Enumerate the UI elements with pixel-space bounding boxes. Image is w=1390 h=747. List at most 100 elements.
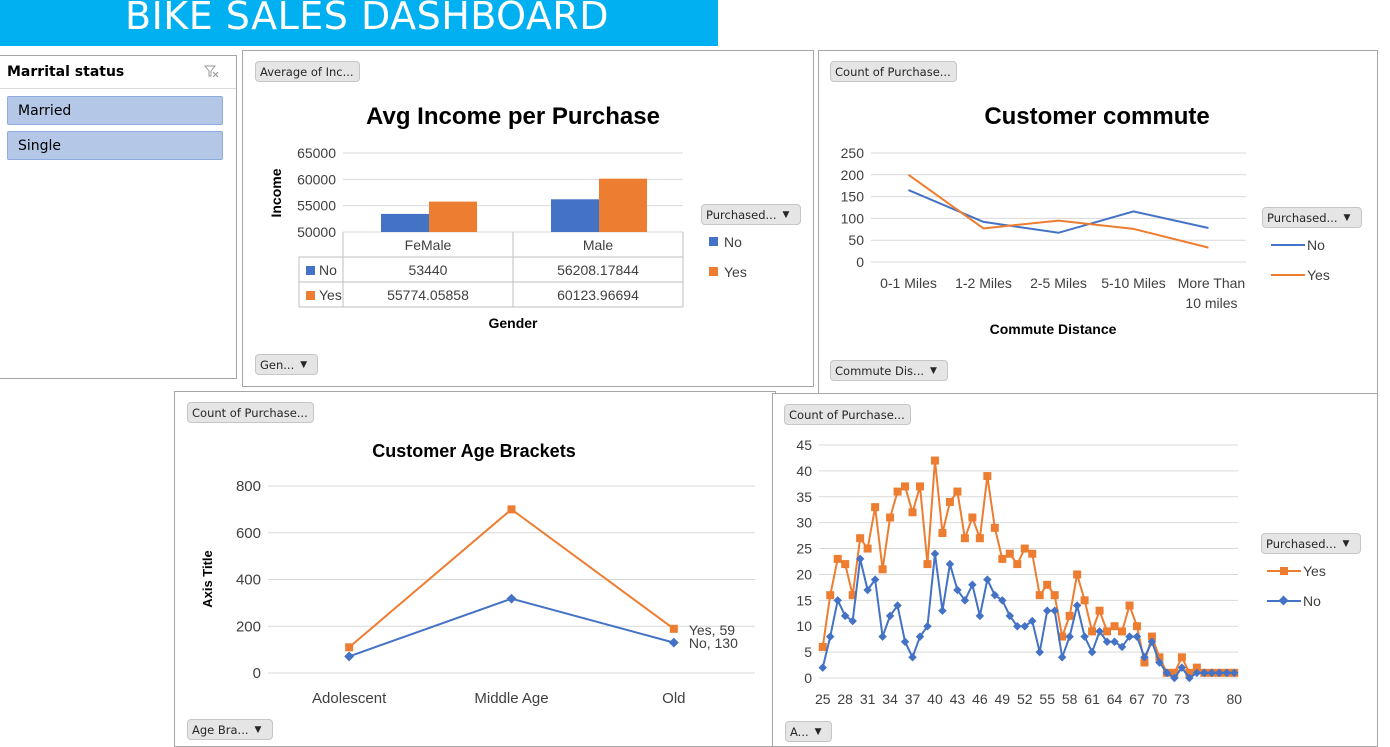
x-tick-label: 2-5 Miles [1030, 275, 1087, 291]
data-point-yes [841, 560, 850, 569]
y-tick-label: 50000 [297, 224, 336, 240]
x-tick-label: 46 [972, 691, 988, 707]
series-line-yes [907, 173, 1209, 249]
data-point-yes [953, 487, 962, 496]
marital-status-slicer: Marrital status Married Single [0, 55, 237, 379]
data-point-yes [998, 554, 1007, 563]
data-point-yes [1050, 591, 1059, 600]
data-point-no [1042, 606, 1052, 615]
age-distribution-chart-panel: Count of Purchase... Purchased... ▼ A... ▼… [772, 393, 1378, 747]
data-point-no [506, 593, 517, 604]
data-point-yes [1035, 591, 1044, 600]
y-tick-label: 45 [796, 437, 812, 453]
x-tick-label: 80 [1226, 691, 1242, 707]
chart-title: Customer Age Brackets [372, 441, 575, 461]
data-point-yes [1118, 627, 1127, 636]
x-tick-label: 0-1 Miles [880, 275, 937, 291]
x-tick-label: 58 [1062, 691, 1078, 707]
data-point-yes [975, 534, 984, 543]
slicer-title: Marrital status [7, 64, 125, 80]
clear-filter-glyph [203, 65, 219, 78]
data-point-yes [990, 523, 999, 532]
data-point-no [1065, 632, 1074, 641]
data-point-yes [983, 472, 992, 481]
income-chart-panel: Average of Inc... Purchased... ▼ Gen... ▼ … [242, 50, 814, 387]
y-tick-label: 200 [236, 618, 261, 635]
x-tick-label: 49 [995, 691, 1011, 707]
y-tick-label: 400 [236, 572, 261, 589]
y-tick-label: 0 [804, 670, 812, 686]
x-tick-label: 28 [837, 691, 853, 707]
y-tick-label: 100 [841, 210, 865, 226]
data-point-yes [960, 534, 969, 543]
chart-title: Customer commute [984, 103, 1209, 130]
x-tick-label: 34 [882, 691, 898, 707]
data-point-yes [345, 643, 354, 652]
data-point-no [1057, 653, 1067, 662]
y-tick-label: 0 [253, 665, 261, 682]
dashboard-title: BIKE SALES DASHBOARD [125, 0, 610, 38]
table-cell: 55774.05858 [387, 287, 469, 303]
x-tick-label: Adolescent [312, 690, 387, 707]
data-point-yes [863, 544, 872, 553]
data-point-yes [930, 456, 939, 465]
legend-swatch [709, 237, 718, 246]
data-point-yes [1177, 653, 1186, 662]
series-line-no [348, 597, 675, 658]
slicer-item-married[interactable]: Married [7, 96, 223, 125]
data-point-yes [507, 505, 516, 514]
data-point-yes [908, 508, 917, 517]
clear-filter-icon[interactable] [203, 64, 220, 82]
age-bracket-chart-panel: Count of Purchase... Age Bra... ▼ Custome… [174, 391, 776, 747]
x-tick-label: 61 [1084, 691, 1100, 707]
y-tick-label: 30 [796, 515, 812, 531]
data-point-yes [1005, 549, 1014, 558]
slicer-divider [0, 88, 236, 89]
table-legend-key [306, 291, 315, 300]
data-point-yes [886, 513, 895, 522]
data-point-yes [1110, 622, 1119, 631]
data-point-no [1035, 647, 1044, 657]
data-point-no [1080, 632, 1089, 641]
category-label: FeMale [405, 237, 452, 253]
y-tick-label: 10 [796, 618, 812, 634]
data-point-yes [901, 482, 910, 491]
data-point-no [818, 663, 827, 672]
y-tick-label: 35 [796, 489, 812, 505]
data-point-yes [938, 529, 947, 538]
data-point-yes [871, 503, 880, 512]
x-tick-label: 37 [905, 691, 921, 707]
x-tick-label: 25 [815, 691, 831, 707]
y-tick-label: 150 [841, 189, 865, 205]
data-point-yes [1020, 544, 1029, 553]
y-axis-title: Axis Title [200, 550, 215, 608]
data-point-yes [945, 497, 954, 506]
y-tick-label: 200 [841, 167, 865, 183]
data-point-yes [923, 560, 932, 569]
legend-label-yes: Yes [1303, 563, 1326, 579]
legend-label-no: No [1303, 593, 1321, 609]
data-point-yes [1125, 601, 1134, 610]
legend-marker [1280, 567, 1288, 575]
data-point-yes [1028, 549, 1037, 558]
bar-yes [599, 178, 647, 232]
x-tick-label: 64 [1107, 691, 1123, 707]
data-point-no [1087, 647, 1097, 657]
y-tick-label: 5 [804, 644, 812, 660]
data-point-yes [1088, 627, 1097, 636]
data-point-no [930, 549, 940, 558]
bar-yes [429, 201, 477, 232]
legend-swatch [709, 267, 718, 276]
y-tick-label: 15 [796, 592, 812, 608]
x-axis-title: Commute Distance [990, 321, 1117, 337]
data-point-yes [826, 591, 835, 600]
data-point-no [983, 575, 992, 584]
x-tick-label: 73 [1174, 691, 1190, 707]
data-point-yes [893, 487, 902, 496]
data-point-yes [878, 565, 887, 574]
y-axis-title: Income [268, 168, 284, 217]
data-point-yes [1095, 606, 1104, 615]
data-point-no [833, 596, 842, 605]
slicer-item-single[interactable]: Single [7, 131, 223, 160]
x-tick-label: 40 [927, 691, 943, 707]
